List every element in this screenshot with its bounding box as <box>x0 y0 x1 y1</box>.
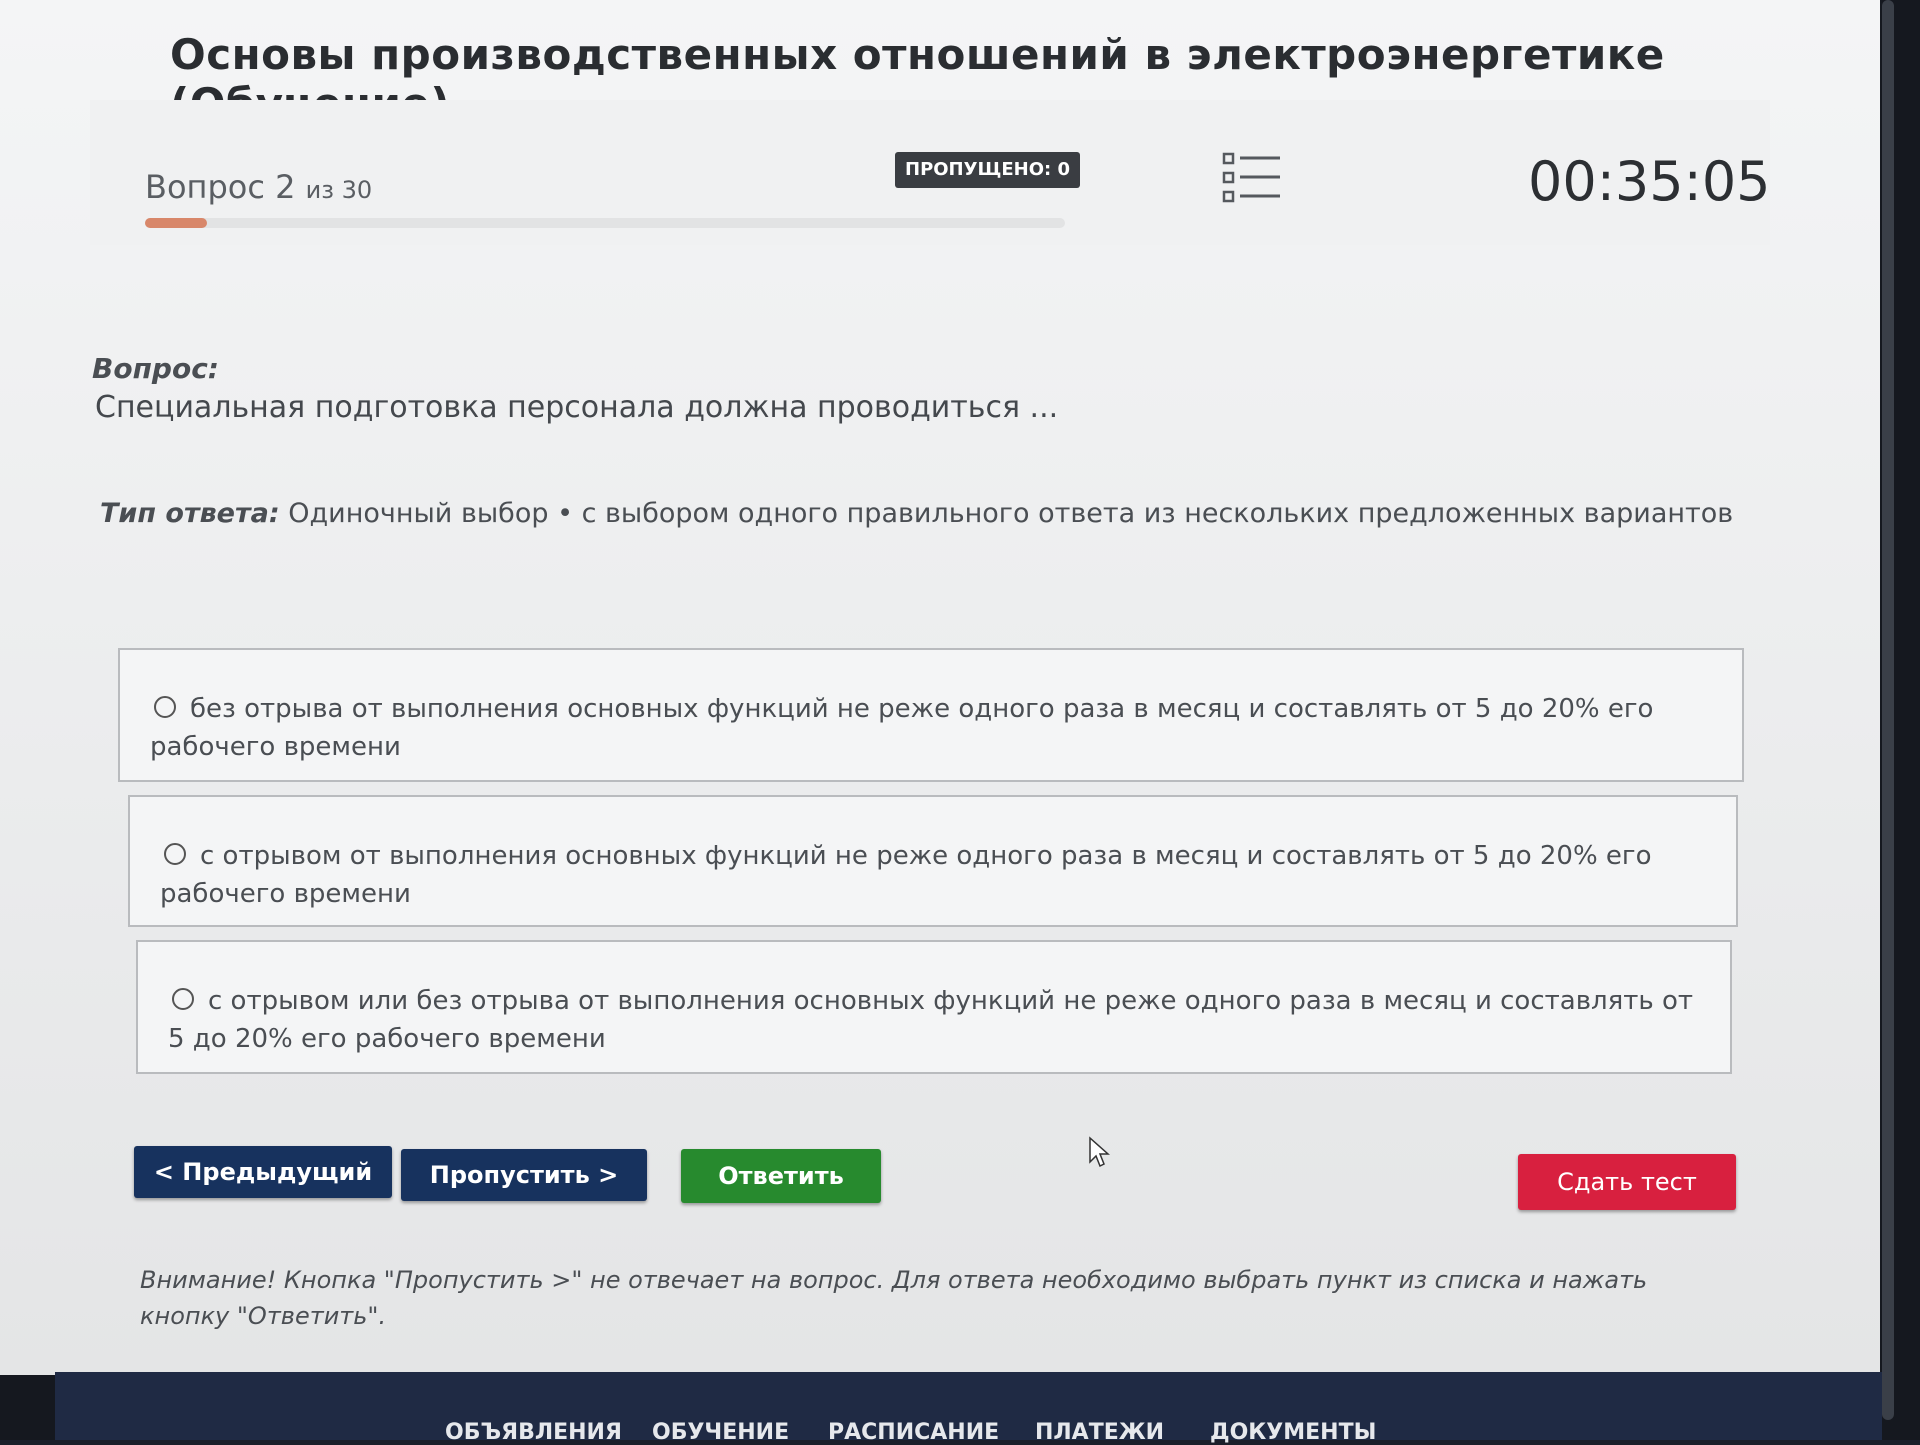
warning-notice: Внимание! Кнопка "Пропустить >" не отвеч… <box>140 1266 1648 1330</box>
footer-link-payments[interactable]: ПЛАТЕЖИ <box>1035 1420 1164 1445</box>
question-counter: Вопрос 2 из 30 <box>145 168 372 206</box>
question-total: из 30 <box>305 176 373 204</box>
answer-option-text: без отрыва от выполнения основных функци… <box>150 694 1654 762</box>
radio-button[interactable] <box>154 695 176 718</box>
answer-option-2[interactable]: с отрывом от выполнения основных функций… <box>128 795 1738 927</box>
answer-type-value: Одиночный выбор • с выбором одного прави… <box>288 498 1734 529</box>
submit-test-button[interactable]: Сдать тест <box>1518 1154 1736 1210</box>
progress-bar-fill <box>145 218 207 228</box>
scrollbar[interactable] <box>1882 0 1894 1420</box>
question-text: Специальная подготовка персонала должна … <box>95 390 1059 425</box>
footer-link-documents[interactable]: ДОКУМЕНТЫ <box>1210 1420 1376 1445</box>
answer-option-text: с отрывом или без отрыва от выполнения о… <box>168 986 1694 1054</box>
countdown-timer: 00:35:05 <box>1528 150 1771 213</box>
footer-link-training[interactable]: ОБУЧЕНИЕ <box>652 1420 789 1445</box>
mouse-cursor-icon <box>1089 1136 1110 1168</box>
answer-button[interactable]: Ответить <box>681 1149 881 1203</box>
progress-bar <box>145 218 1065 228</box>
screen: Основы производственных отношений в элек… <box>0 0 1920 1445</box>
skipped-counter-badge: ПРОПУЩЕНО: 0 <box>895 152 1081 188</box>
footer-link-schedule[interactable]: РАСПИСАНИЕ <box>828 1420 999 1445</box>
question-list-icon[interactable] <box>1222 150 1282 206</box>
footer-link-announcements[interactable]: ОБЪЯВЛЕНИЯ <box>445 1420 622 1445</box>
answer-option-text: с отрывом от выполнения основных функций… <box>160 841 1652 909</box>
test-page: Основы производственных отношений в элек… <box>0 0 1880 1375</box>
answer-type: Тип ответа: Одиночный выбор • с выбором … <box>100 498 1733 529</box>
skip-button[interactable]: Пропустить > <box>401 1149 647 1201</box>
answer-option-1[interactable]: без отрыва от выполнения основных функци… <box>118 648 1744 782</box>
radio-button[interactable] <box>164 842 186 865</box>
question-number: Вопрос 2 <box>145 168 296 206</box>
answer-option-3[interactable]: с отрывом или без отрыва от выполнения о… <box>136 940 1732 1074</box>
answer-type-label: Тип ответа: <box>100 498 280 529</box>
radio-button[interactable] <box>172 987 194 1010</box>
question-label: Вопрос: <box>92 352 219 385</box>
previous-button[interactable]: < Предыдущий <box>134 1146 392 1198</box>
